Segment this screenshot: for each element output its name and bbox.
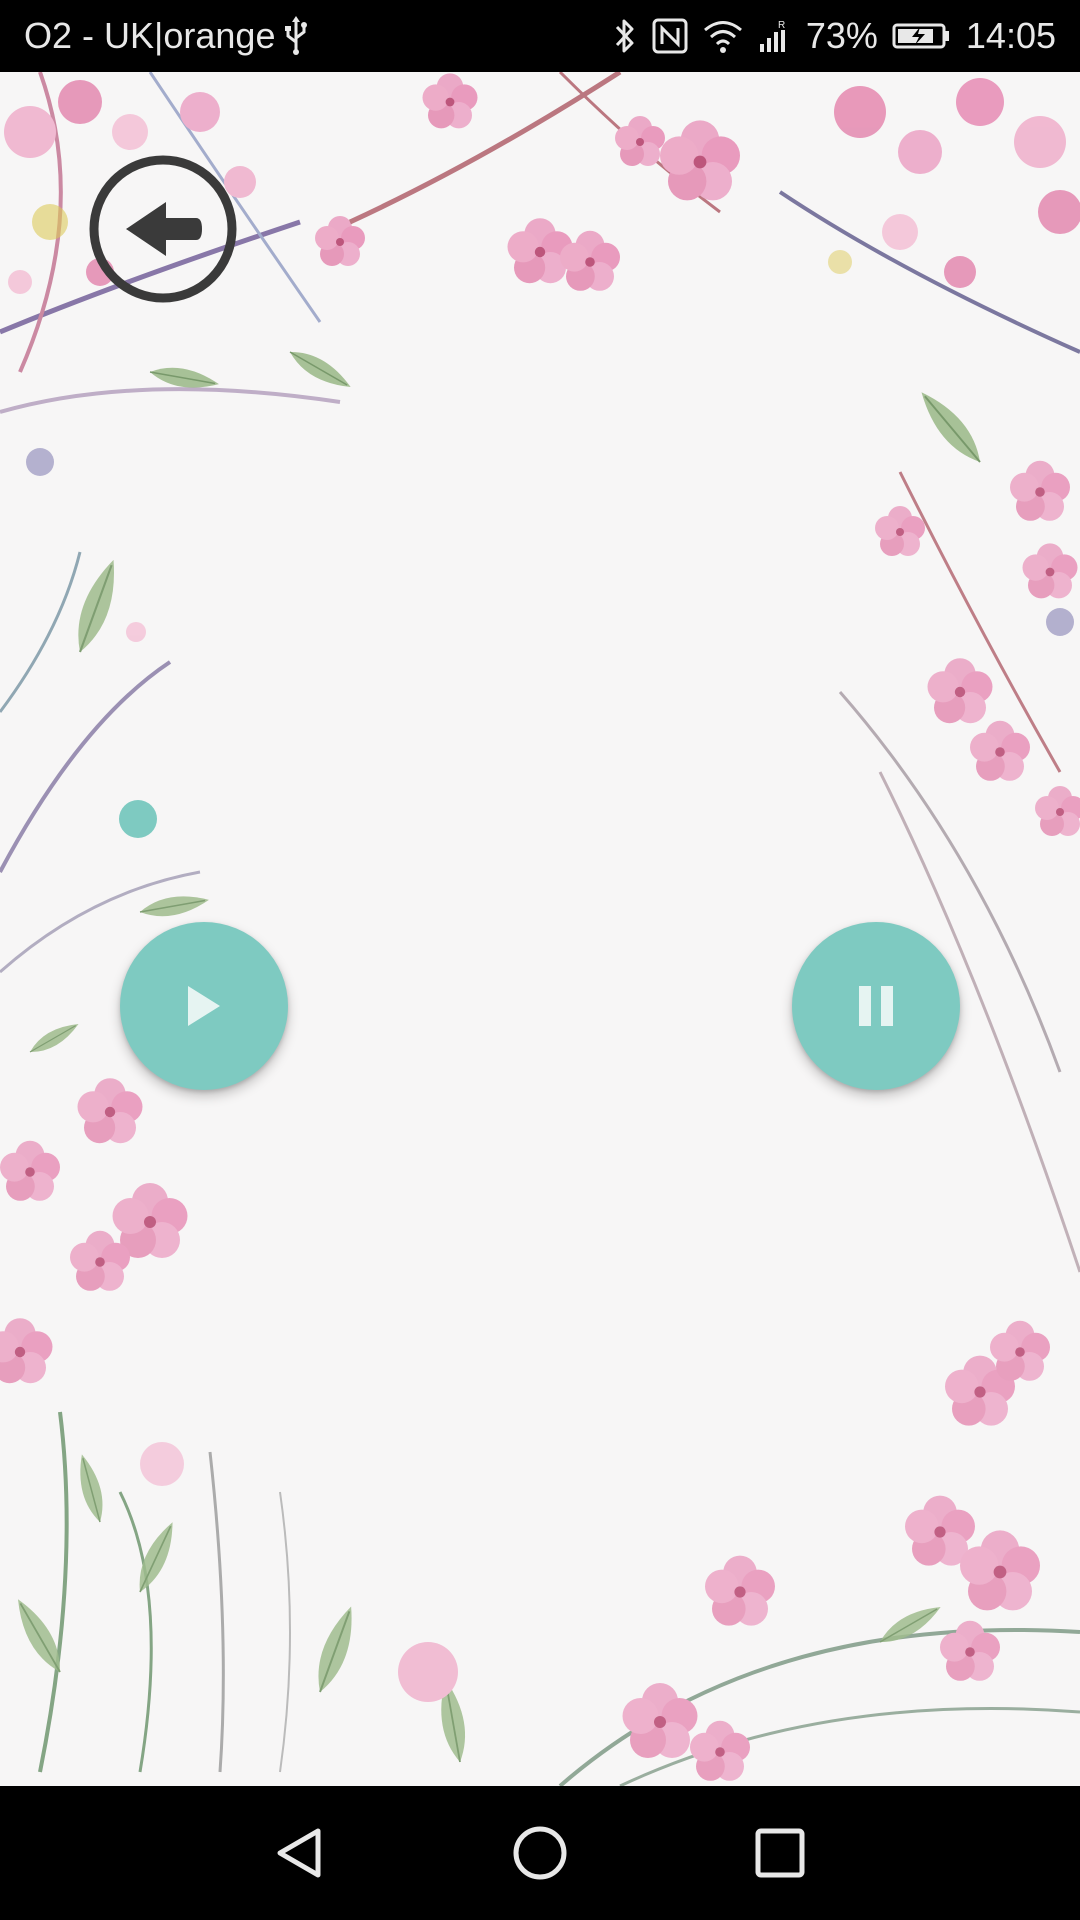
nav-home-button[interactable] <box>500 1813 580 1893</box>
carrier-label: O2 - UK|orange <box>24 15 276 56</box>
screen: O2 - UK|orange R 73% 14:05 <box>0 0 1080 1920</box>
svg-text:R: R <box>778 20 785 31</box>
nav-back-icon <box>277 1828 321 1878</box>
status-left: O2 - UK|orange <box>24 0 309 72</box>
nfc-icon <box>652 18 688 54</box>
battery-percent: 73% <box>805 15 878 56</box>
battery-charging-icon <box>892 21 952 51</box>
nav-recents-button[interactable] <box>740 1813 820 1893</box>
nav-recents-icon <box>755 1828 805 1878</box>
play-button[interactable] <box>120 922 288 1090</box>
player-screen <box>0 72 1080 1786</box>
wifi-icon <box>702 18 744 54</box>
floral-bottom <box>7 1320 1080 1786</box>
progress-indicator[interactable] <box>119 800 157 838</box>
pause-button[interactable] <box>792 922 960 1090</box>
bluetooth-icon <box>612 16 638 56</box>
floral-top-center <box>348 72 740 291</box>
floral-background <box>0 72 1080 1786</box>
floral-top-right <box>778 78 1080 471</box>
floral-left <box>0 448 212 1384</box>
play-icon <box>188 986 220 1026</box>
pause-icon <box>859 986 893 1026</box>
status-bar: O2 - UK|orange R 73% 14:05 <box>0 0 1080 72</box>
back-arrow-circle-icon <box>89 155 237 303</box>
floral-right <box>838 460 1080 1273</box>
clock: 14:05 <box>965 15 1056 56</box>
status-right: R 73% 14:05 <box>612 0 1056 72</box>
nav-home-icon <box>513 1826 567 1880</box>
back-button[interactable] <box>88 154 238 304</box>
nav-back-button[interactable] <box>260 1813 340 1893</box>
navigation-bar <box>0 1786 1080 1920</box>
usb-icon <box>283 16 309 56</box>
signal-icon: R <box>758 18 792 54</box>
